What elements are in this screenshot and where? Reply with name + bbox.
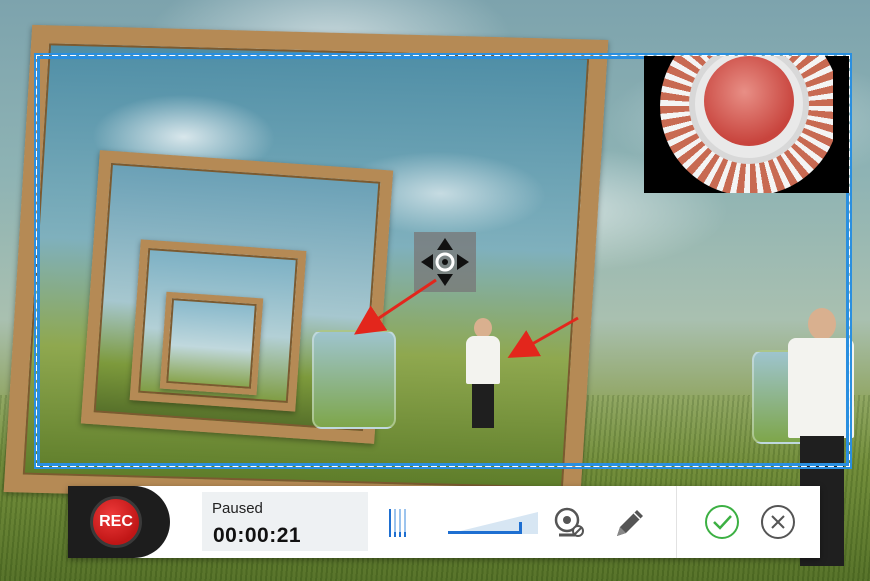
rec-panel: REC	[68, 486, 170, 558]
recording-timer: 00:00:21	[213, 524, 302, 547]
webcam-button[interactable]	[553, 507, 585, 539]
close-circle-icon	[761, 505, 795, 539]
rec-button[interactable]: REC	[90, 496, 142, 548]
volume-slider-knob[interactable]	[519, 522, 522, 534]
toolbar-divider	[676, 486, 677, 558]
webcam-preview[interactable]	[644, 56, 849, 193]
webcam-letterbox-left	[644, 56, 660, 193]
webcam-image-center	[704, 56, 794, 146]
check-circle-icon	[705, 505, 739, 539]
audio-level-icon	[389, 509, 406, 537]
volume-slider-track	[448, 512, 538, 534]
webcam-letterbox-right	[833, 56, 849, 193]
status-box: Paused 00:00:21	[202, 492, 368, 551]
close-button[interactable]	[760, 504, 796, 540]
pen-button[interactable]	[611, 506, 647, 540]
pen-icon	[617, 510, 643, 536]
audio-level-button[interactable]	[388, 508, 416, 538]
volume-slider[interactable]	[448, 512, 540, 536]
recording-toolbar: REC Paused 00:00:21	[68, 486, 820, 558]
annotation-arrows	[354, 278, 579, 358]
volume-slider-fill	[448, 531, 519, 534]
confirm-button[interactable]	[704, 504, 740, 540]
status-label: Paused	[212, 500, 263, 517]
webcam-icon	[554, 507, 584, 537]
